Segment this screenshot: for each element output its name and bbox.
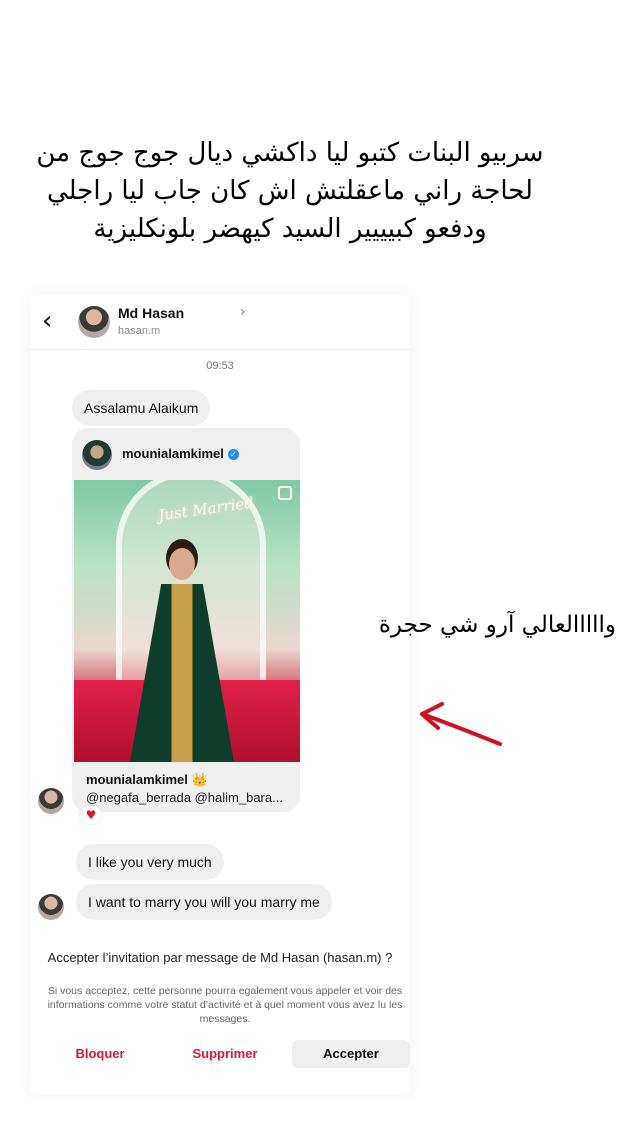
multi-photo-icon <box>278 486 292 500</box>
delete-button[interactable]: Supprimer <box>180 1040 270 1068</box>
avatar[interactable] <box>78 306 110 338</box>
back-chevron-icon[interactable]: ‹ <box>42 308 52 334</box>
post-author-name[interactable]: mounialamkimel ✓ <box>122 446 239 461</box>
chat-header: ‹ Md Hasan › hasan.m <box>30 294 410 350</box>
sender-avatar[interactable] <box>38 788 64 814</box>
message-like[interactable]: I like you very much <box>76 844 224 880</box>
contact-name[interactable]: Md Hasan <box>118 305 184 321</box>
message-timestamp: 09:53 <box>206 360 234 372</box>
image-person <box>169 548 195 580</box>
caption-line-2: لحاجة راني ماعقلتش اش كان جاب ليا راجلي <box>47 176 533 206</box>
verified-badge-icon: ✓ <box>227 449 239 460</box>
caption-line-3: ودفعو كبيييير السيد كيهضر بلونكليزية <box>93 214 487 244</box>
post-image[interactable]: Just Married <box>74 480 300 762</box>
post-author-label: mounialamkimel <box>122 446 224 461</box>
shared-post-card[interactable]: mounialamkimel ✓ Just Married mounialamki… <box>72 428 300 812</box>
sender-avatar[interactable] <box>38 894 64 920</box>
block-button[interactable]: Bloquer <box>60 1040 140 1068</box>
message-request-panel: Accepter l’invitation par message de Md … <box>30 942 410 1094</box>
caption-line-1: سربيو البنات كتبو ليا داكشي ديال جوج جوج… <box>36 138 544 168</box>
request-description: Si vous acceptez, cette personne pourra … <box>47 985 403 1025</box>
request-title: Accepter l’invitation par message de Md … <box>47 950 393 965</box>
message-greeting[interactable]: Assalamu Alaikum <box>72 390 211 426</box>
dm-screenshot: ‹ Md Hasan › hasan.m 09:53 Assalamu Alai… <box>30 294 410 1094</box>
message-marry[interactable]: I want to marry you will you marry me <box>76 884 332 920</box>
story-caption: سربيو البنات كتبو ليا داكشي ديال جوج جوج… <box>30 134 550 248</box>
annotation-text: وااااالعالي آرو شي حجرة <box>378 612 616 638</box>
post-caption-text: @negafa_berrada @halim_bara... <box>86 790 283 805</box>
post-author-avatar[interactable] <box>82 440 112 470</box>
red-arrow-icon <box>420 702 502 746</box>
chevron-right-icon[interactable]: › <box>240 304 246 320</box>
contact-username: hasan.m <box>118 325 161 337</box>
post-caption-user: mounialamkimel 👑 <box>86 772 208 787</box>
accept-button[interactable]: Accepter <box>292 1040 410 1068</box>
heart-reaction-icon[interactable]: ♥ <box>80 806 102 824</box>
